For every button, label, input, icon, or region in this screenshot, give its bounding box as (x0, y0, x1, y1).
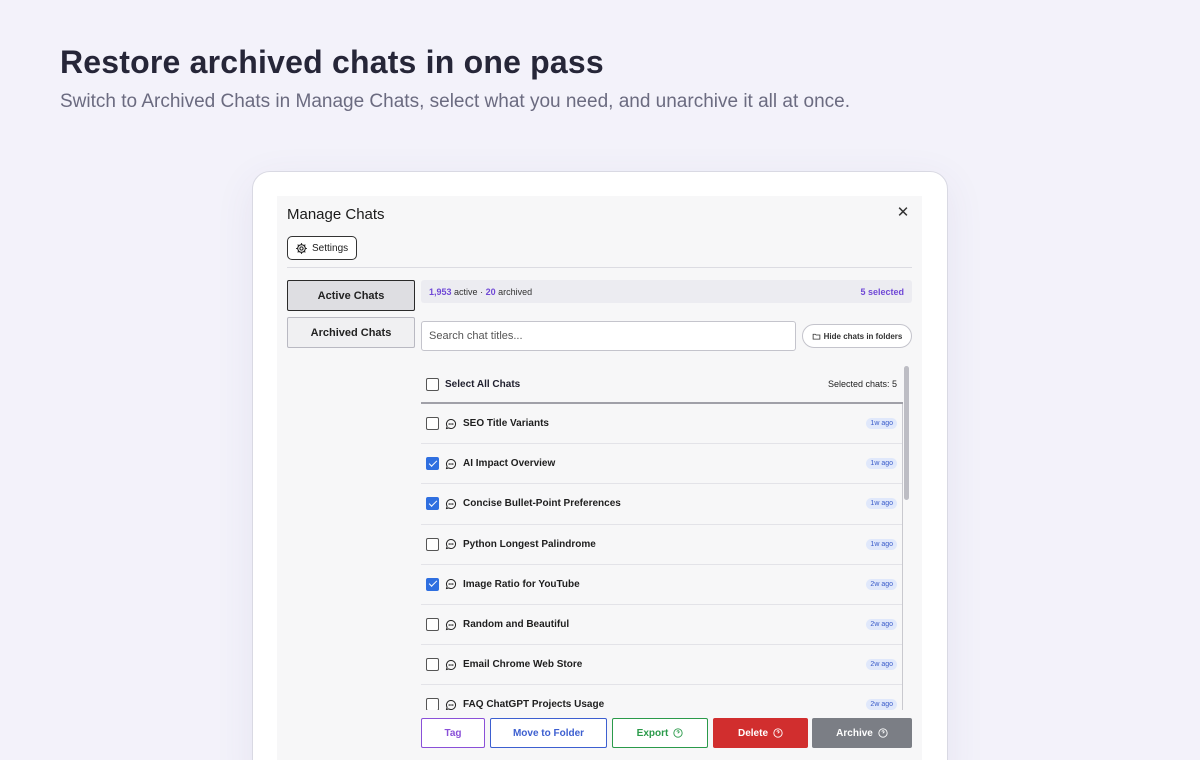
chat-title: Concise Bullet-Point Preferences (463, 498, 621, 510)
help-icon (773, 728, 783, 738)
list-border (902, 404, 903, 710)
chat-bubble-icon (445, 579, 457, 590)
list-item[interactable]: Python Longest Palindrome 1w ago (421, 525, 903, 565)
divider (287, 267, 912, 268)
select-all-checkbox[interactable] (426, 377, 439, 391)
status-bar: 1,953 active · 20 archived 5 selected (421, 280, 912, 303)
export-label: Export (636, 727, 669, 739)
chat-bubble-icon (445, 458, 457, 469)
list-item[interactable]: FAQ ChatGPT Projects Usage 2w ago (421, 685, 903, 710)
chat-list: Select All Chats Selected chats: 5 SEO T… (421, 366, 903, 710)
scrollbar-thumb[interactable] (904, 366, 909, 500)
age-badge: 1w ago (866, 418, 897, 430)
gear-icon (296, 242, 307, 254)
active-count: 1,953 (429, 286, 452, 297)
delete-button[interactable]: Delete (713, 718, 808, 748)
manage-chats-modal: Manage Chats ✕ Settings Active Chats Arc… (277, 196, 922, 760)
chat-title: SEO Title Variants (463, 418, 549, 430)
move-to-folder-button[interactable]: Move to Folder (490, 718, 607, 748)
archive-button[interactable]: Archive (812, 718, 912, 748)
search-input[interactable] (421, 321, 796, 351)
row-checkbox[interactable] (426, 537, 439, 551)
delete-label: Delete (737, 727, 768, 739)
chat-title: Python Longest Palindrome (463, 538, 596, 550)
hide-folders-toggle[interactable]: Hide chats in folders (802, 324, 912, 348)
row-checkbox[interactable] (426, 417, 439, 431)
archive-label: Archive (836, 727, 873, 739)
selected-chats-count: Selected chats: 5 (827, 379, 897, 389)
chat-title: Email Chrome Web Store (463, 659, 583, 671)
age-badge: 2w ago (866, 619, 897, 631)
list-item[interactable]: Email Chrome Web Store 2w ago (421, 645, 903, 686)
selected-count-badge: 5 selected (860, 286, 904, 297)
help-icon (673, 728, 683, 738)
list-item[interactable]: SEO Title Variants 1w ago (421, 404, 903, 445)
tab-active-chats[interactable]: Active Chats (287, 280, 415, 311)
row-checkbox[interactable] (426, 618, 439, 632)
list-item[interactable]: Concise Bullet-Point Preferences 1w ago (421, 484, 903, 525)
row-checkbox[interactable] (426, 658, 439, 672)
chat-title: Random and Beautiful (463, 619, 570, 631)
age-badge: 1w ago (866, 498, 897, 510)
active-word: active (454, 286, 478, 297)
list-header: Select All Chats Selected chats: 5 (421, 366, 903, 404)
close-icon[interactable]: ✕ (896, 205, 910, 220)
age-badge: 2w ago (866, 659, 897, 671)
chat-bubble-icon (445, 418, 457, 429)
age-badge: 2w ago (866, 578, 897, 590)
row-checkbox[interactable] (426, 457, 439, 471)
age-badge: 1w ago (866, 458, 897, 470)
hide-folders-label: Hide chats in folders (823, 331, 903, 341)
chat-title: FAQ ChatGPT Projects Usage (463, 699, 605, 710)
row-checkbox[interactable] (426, 577, 439, 591)
archived-count: 20 (485, 286, 496, 297)
settings-label: Settings (312, 242, 349, 254)
chat-bubble-icon (445, 539, 457, 550)
list-item[interactable]: Random and Beautiful 2w ago (421, 605, 903, 646)
folder-icon (812, 333, 820, 340)
status-counts: 1,953 active · 20 archived (429, 287, 532, 297)
row-checkbox[interactable] (426, 497, 439, 511)
chat-title: AI Impact Overview (463, 458, 556, 470)
chat-bubble-icon (445, 699, 457, 710)
settings-button[interactable]: Settings (287, 236, 358, 260)
page-subtitle: Switch to Archived Chats in Manage Chats… (60, 91, 851, 112)
list-item[interactable]: Image Ratio for YouTube 2w ago (421, 565, 903, 605)
status-separator: · (480, 286, 484, 297)
archived-word: archived (498, 286, 533, 297)
page-title: Restore archived chats in one pass (60, 44, 604, 80)
select-all-label: Select All Chats (445, 378, 521, 390)
export-button[interactable]: Export (612, 718, 708, 748)
chat-bubble-icon (445, 659, 457, 670)
scrollbar[interactable] (904, 366, 909, 716)
modal-title: Manage Chats (287, 206, 385, 223)
list-item[interactable]: AI Impact Overview 1w ago (421, 444, 903, 485)
tag-button[interactable]: Tag (421, 718, 485, 748)
chat-bubble-icon (445, 498, 457, 510)
age-badge: 2w ago (866, 699, 897, 710)
age-badge: 1w ago (866, 538, 897, 550)
row-checkbox[interactable] (426, 698, 439, 710)
chat-bubble-icon (445, 619, 457, 630)
tab-archived-chats[interactable]: Archived Chats (287, 317, 415, 348)
help-icon (878, 728, 888, 738)
chat-title: Image Ratio for YouTube (463, 578, 580, 590)
